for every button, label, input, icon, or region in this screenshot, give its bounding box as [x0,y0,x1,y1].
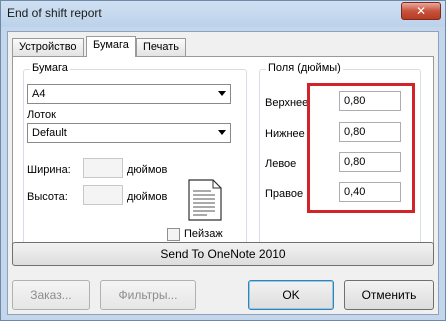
tab-paper[interactable]: Бумага [86,36,136,57]
paper-group-title: Бумага [30,62,70,74]
width-unit: дюймов [127,164,168,176]
tray-label: Лоток [27,109,56,121]
height-label: Высота: [27,191,68,203]
margin-right-label: Правое [265,188,304,200]
margin-bottom-label: Нижнее [265,128,305,140]
height-unit: дюймов [127,191,168,203]
window-title: End of shift report [7,6,102,20]
margin-left-label: Левое [265,158,297,170]
dialog-window: End of shift report ✕ Устройство Бумага … [0,0,446,321]
landscape-checkbox[interactable] [167,228,180,241]
landscape-label: Пейзаж [184,228,223,240]
tray-value: Default [32,127,67,139]
width-field[interactable] [83,158,123,178]
paper-sheet-icon [188,179,222,221]
cancel-button[interactable]: Отменить [344,280,434,310]
title-bar[interactable]: End of shift report ✕ [1,1,445,27]
ok-button[interactable]: OK [248,280,334,310]
chevron-down-icon [218,91,226,96]
height-field[interactable] [83,185,123,205]
margins-group-title: Поля (дюймы) [266,62,343,74]
tab-device[interactable]: Устройство [12,38,84,56]
paper-size-select[interactable]: A4 [27,84,231,104]
send-to-onenote-button[interactable]: Send To OneNote 2010 [12,242,434,266]
tab-print[interactable]: Печать [136,38,187,56]
margin-top-label: Верхнее [265,97,309,109]
tray-select[interactable]: Default [27,123,231,143]
paper-size-value: A4 [32,88,46,100]
width-label: Ширина: [27,164,71,176]
close-icon: ✕ [415,4,427,18]
order-button[interactable]: Заказ... [12,280,90,310]
chevron-down-icon [218,130,226,135]
filters-button[interactable]: Фильтры... [100,280,196,310]
close-button[interactable]: ✕ [401,2,441,20]
margins-highlight-box [307,83,415,213]
